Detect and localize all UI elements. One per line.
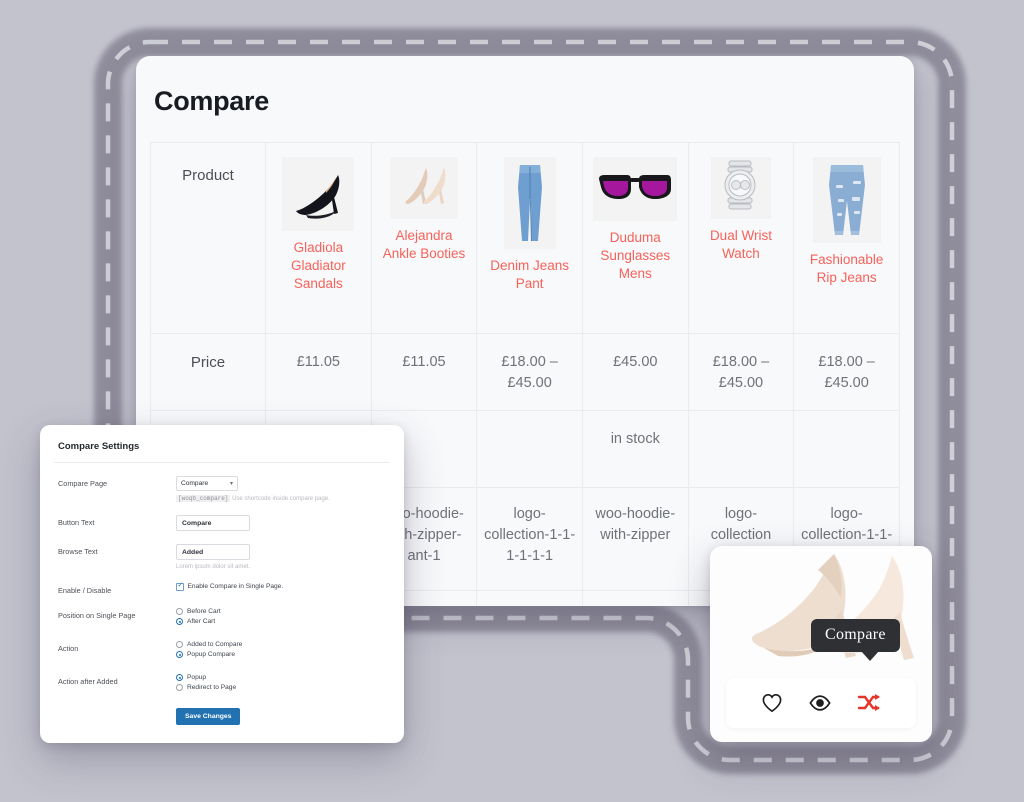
setting-row-action: Action Added to Compare Popup Compare bbox=[58, 628, 404, 661]
table-cell-product: Fashionable Rip Jeans bbox=[793, 142, 900, 334]
radio-label: After Cart bbox=[187, 618, 216, 625]
product-name-link[interactable]: Denim Jeans Pant bbox=[483, 257, 576, 293]
product-image-denim-jeans[interactable] bbox=[503, 157, 556, 249]
setting-row-enable-disable: Enable / Disable Enable Compare in Singl… bbox=[58, 570, 404, 595]
radio-icon-selected[interactable] bbox=[176, 618, 183, 625]
product-name-link[interactable]: Duduma Sunglasses Mens bbox=[589, 229, 682, 284]
radio-label: Popup bbox=[187, 674, 207, 681]
radio-option-after-cart[interactable]: After Cart bbox=[176, 618, 404, 625]
radio-icon-selected[interactable] bbox=[176, 674, 183, 681]
radio-icon-selected[interactable] bbox=[176, 651, 183, 658]
table-cell-add-to-cart: x bbox=[476, 590, 583, 606]
setting-label: Action after Added bbox=[58, 677, 118, 686]
browse-text-input[interactable]: Added bbox=[176, 544, 250, 560]
nude-glitter-pumps-illustration bbox=[716, 552, 926, 682]
table-cell-product: Dual Wrist Watch bbox=[687, 142, 795, 334]
table-cell-product: Alejandra Ankle Booties bbox=[370, 142, 478, 334]
radio-option-added-to-compare[interactable]: Added to Compare bbox=[176, 641, 404, 648]
radio-option-redirect-to-page[interactable]: Redirect to Page bbox=[176, 684, 404, 691]
table-cell-sku: logo-collection-1-1-1-1-1-1 bbox=[476, 487, 583, 591]
radio-option-popup-compare[interactable]: Popup Compare bbox=[176, 651, 404, 658]
table-cell-product: Duduma Sunglasses Mens bbox=[581, 142, 689, 334]
table-cell-availability: in stock bbox=[581, 410, 689, 488]
eye-icon[interactable] bbox=[809, 693, 831, 713]
compare-page-select[interactable]: Compare ▾ bbox=[176, 476, 238, 491]
table-cell-product: Gladiola Gladiator Sandals bbox=[265, 142, 372, 334]
button-text-input[interactable]: Compare bbox=[176, 515, 250, 531]
shuffle-compare-icon[interactable] bbox=[857, 693, 881, 713]
radio-icon[interactable] bbox=[176, 608, 183, 615]
browse-text-value: Added bbox=[182, 548, 204, 556]
product-hover-popup-card: Compare bbox=[710, 546, 932, 742]
compare-tooltip: Compare bbox=[811, 619, 900, 661]
table-cell-price: £11.05 bbox=[370, 333, 478, 411]
row-label-product: Product bbox=[150, 142, 266, 334]
table-cell-price: £18.00 – £45.00 bbox=[476, 333, 583, 411]
setting-row-compare-page: Compare Page Compare ▾ [woqb_compare] Us… bbox=[58, 463, 404, 502]
product-image-ripped-jeans[interactable] bbox=[812, 157, 881, 243]
radio-label: Popup Compare bbox=[187, 651, 236, 658]
table-cell-product: Denim Jeans Pant bbox=[476, 142, 583, 334]
product-image-wrist-watch[interactable] bbox=[710, 157, 771, 219]
setting-label: Action bbox=[58, 644, 79, 653]
compare-page-select-value: Compare bbox=[181, 480, 209, 487]
radio-label: Before Cart bbox=[187, 608, 221, 615]
table-cell-sku: woo-hoodie-with-zipper bbox=[581, 487, 689, 591]
setting-row-button-text: Button Text Compare bbox=[58, 502, 404, 531]
page-title: Compare bbox=[154, 86, 269, 116]
setting-label: Compare Page bbox=[58, 479, 108, 488]
table-row-price: Price £11.05 £11.05 £18.00 – £45.00 £45.… bbox=[150, 333, 900, 411]
setting-label: Enable / Disable bbox=[58, 586, 112, 595]
table-cell-price: £11.05 bbox=[265, 333, 372, 411]
compare-settings-panel: Compare Settings Compare Page Compare ▾ … bbox=[40, 425, 404, 743]
save-changes-button[interactable]: Save Changes bbox=[176, 708, 241, 725]
table-cell-availability bbox=[793, 410, 900, 488]
shortcode-chip: [woqb_compare] bbox=[176, 495, 231, 502]
table-row-product: Product Gladiola Gladiator Sandals Aleja… bbox=[150, 142, 900, 334]
table-cell-price: £18.00 – £45.00 bbox=[687, 333, 795, 411]
button-text-value: Compare bbox=[182, 519, 212, 527]
product-image-black-pumps[interactable] bbox=[282, 157, 355, 231]
radio-label: Redirect to Page bbox=[187, 684, 237, 691]
row-label-price: Price bbox=[150, 333, 266, 411]
product-name-link[interactable]: Fashionable Rip Jeans bbox=[800, 251, 893, 287]
compare-page-hint: [woqb_compare] Use shortcode inside comp… bbox=[176, 495, 404, 502]
table-cell-add-to-cart: x bbox=[581, 590, 689, 606]
enable-compare-label: Enable Compare in Single Page. bbox=[187, 583, 284, 591]
shortcode-hint-text: Use shortcode inside compare page. bbox=[232, 496, 330, 502]
heart-icon[interactable] bbox=[761, 693, 783, 713]
setting-label: Browse Text bbox=[58, 547, 98, 556]
popup-product-image[interactable] bbox=[716, 552, 926, 682]
product-image-nude-pumps[interactable] bbox=[389, 157, 458, 219]
popup-action-bar bbox=[726, 678, 916, 728]
product-name-link[interactable]: Alejandra Ankle Booties bbox=[378, 227, 471, 263]
radio-option-before-cart[interactable]: Before Cart bbox=[176, 608, 404, 615]
table-cell-availability bbox=[687, 410, 795, 488]
product-name-link[interactable]: Dual Wrist Watch bbox=[695, 227, 788, 263]
setting-label: Position on Single Page bbox=[58, 611, 136, 620]
setting-label: Button Text bbox=[58, 518, 95, 527]
product-image-sunglasses[interactable] bbox=[593, 157, 678, 221]
setting-row-action-after-added: Action after Added Popup Redirect to Pag… bbox=[58, 661, 404, 694]
radio-icon[interactable] bbox=[176, 641, 183, 648]
table-cell-availability bbox=[476, 410, 583, 488]
browse-text-hint: Lorem ipsum dolor sit amet. bbox=[176, 564, 251, 570]
product-name-link[interactable]: Gladiola Gladiator Sandals bbox=[272, 239, 365, 294]
radio-option-popup[interactable]: Popup bbox=[176, 674, 404, 681]
checkbox-icon[interactable] bbox=[176, 582, 184, 591]
table-cell-price: £45.00 bbox=[581, 333, 689, 411]
table-cell-price: £18.00 – £45.00 bbox=[793, 333, 900, 411]
radio-label: Added to Compare bbox=[187, 641, 243, 648]
settings-panel-title: Compare Settings bbox=[58, 441, 140, 452]
chevron-down-icon: ▾ bbox=[229, 481, 233, 487]
setting-row-browse-text: Browse Text Added Lorem ipsum dolor sit … bbox=[58, 531, 404, 570]
enable-compare-option[interactable]: Enable Compare in Single Page. bbox=[176, 582, 404, 591]
setting-row-position-single-page: Position on Single Page Before Cart Afte… bbox=[58, 595, 404, 628]
radio-icon[interactable] bbox=[176, 684, 183, 691]
